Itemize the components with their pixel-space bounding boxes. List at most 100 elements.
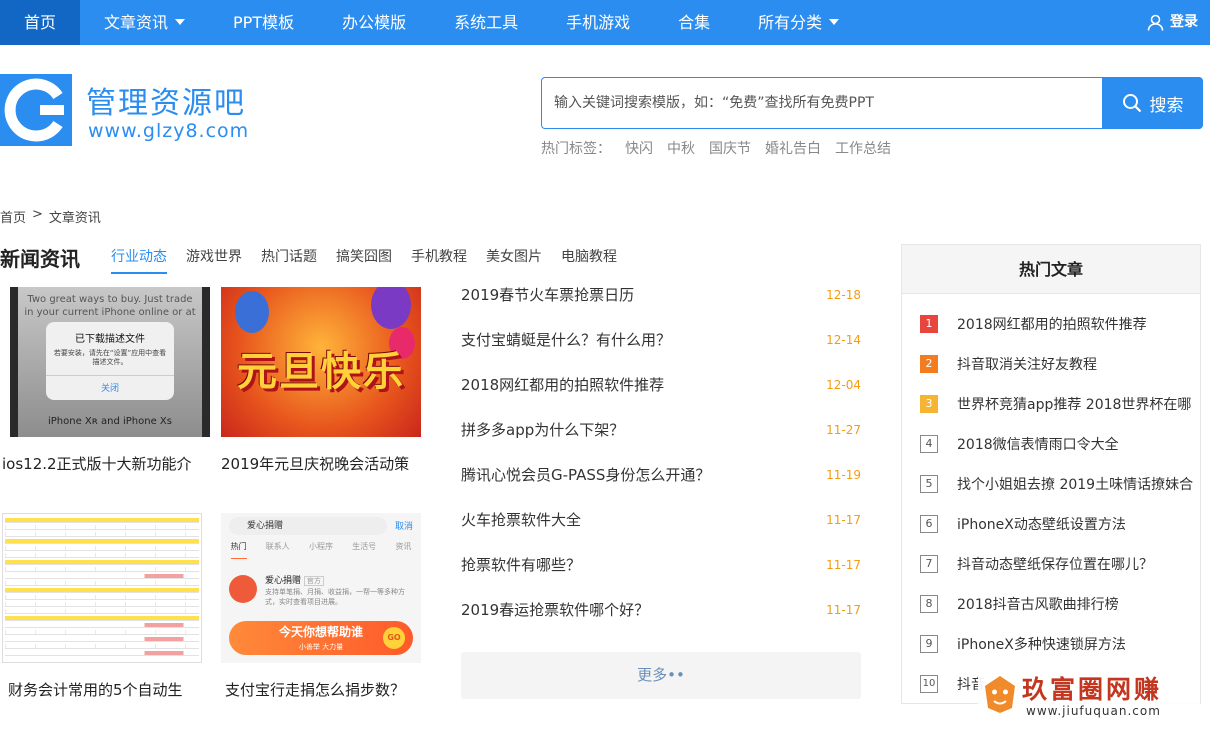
news-card[interactable]: Two great ways to buy. Just trade in you… [2, 287, 222, 474]
sheet-row [5, 588, 199, 593]
article-list: 2019春节火车票抢票日历 12-18 支付宝蜻蜓是什么？有什么用？ 12-14 2… [461, 272, 861, 632]
breadcrumb-separator: > [32, 207, 43, 222]
hot-article-item[interactable]: 5 找个小姐姐去撩 2019土味情话撩妹合 [902, 464, 1200, 504]
tab-industry[interactable]: 行业动态 [111, 246, 167, 274]
phone-model: iPhone Xʀ and iPhone Xs [48, 416, 172, 427]
caret-down-icon [829, 19, 840, 25]
hot-article-item[interactable]: 4 2018微信表情雨口令大全 [902, 424, 1200, 464]
news-tabs: 行业动态 游戏世界 热门话题 搞笑囧图 手机教程 美女图片 电脑教程 [111, 246, 617, 274]
watermark-url: www.jiufuquan.com [1026, 704, 1161, 718]
hot-article-item[interactable]: 8 2018抖音古风歌曲排行榜 [902, 584, 1200, 624]
card-caption: 支付宝行走捐怎么捐步数？ [225, 681, 406, 699]
nav-label: 合集 [678, 13, 711, 32]
search-icon [1122, 94, 1141, 113]
sheet-row [5, 651, 199, 656]
dialog-title: 已下载描述文件 [75, 334, 145, 345]
article-title: 腾讯心悦会员G-PASS身份怎么开通？ [461, 466, 711, 484]
tab-mobile-tutorials[interactable]: 手机教程 [411, 246, 467, 274]
login-button[interactable]: 登录 [1135, 0, 1210, 45]
hot-article-title: iPhoneX多种快速锁屏方法 [957, 637, 1126, 653]
logo-text: 管理资源吧 [86, 86, 246, 121]
news-card[interactable]: 财务会计常用的5个自动生 [2, 513, 222, 700]
thumb-badge: 官方 [303, 576, 324, 586]
tab-games[interactable]: 游戏世界 [186, 246, 242, 274]
hot-article-item[interactable]: 6 iPhoneX动态壁纸设置方法 [902, 504, 1200, 544]
article-title: 2019春运抢票软件哪个好？ [461, 601, 650, 619]
breadcrumb-current[interactable]: 文章资讯 [49, 207, 101, 226]
hot-tag[interactable]: 快闪 [625, 138, 653, 158]
hot-article-title: 2018微信表情雨口令大全 [957, 437, 1119, 453]
thumb-tab: 热门 [230, 541, 247, 559]
hot-articles-panel: 热门文章 1 2018网红都用的拍照软件推荐 2 抖音取消关注好友教程 3 世界杯竞猜… [901, 244, 1201, 704]
news-card[interactable]: 爱心捐赠 取消 热门 联系人 小程序 生活号 资讯 爱心捐赠 官方 支持单笔捐、… [221, 513, 441, 700]
more-button[interactable]: 更多•• [461, 652, 861, 699]
dialog-button: 关闭 [46, 375, 174, 394]
hot-article-item[interactable]: 9 iPhoneX多种快速锁屏方法 [902, 624, 1200, 664]
card-caption: 2019年元旦庆祝晚会活动策 [221, 455, 410, 473]
hot-article-title: 2018网红都用的拍照软件推荐 [957, 317, 1147, 333]
thumb-name: 爱心捐赠 官方 [265, 573, 324, 586]
search-bar: 搜索 [541, 77, 1203, 129]
hot-article-item[interactable]: 7 抖音动态壁纸保存位置在哪儿？ [902, 544, 1200, 584]
nav-item-ppt[interactable]: PPT模板 [209, 0, 318, 45]
article-row[interactable]: 支付宝蜻蜓是什么？有什么用？ 12-14 [461, 317, 861, 362]
phone-tagline: Two great ways to buy. Just trade in you… [24, 294, 196, 318]
article-row[interactable]: 2019春运抢票软件哪个好？ 11-17 [461, 587, 861, 632]
nav-item-all-categories[interactable]: 所有分类 [734, 0, 863, 45]
sheet-row [5, 581, 199, 586]
breadcrumb-home-link[interactable]: 首页 [0, 207, 26, 226]
nav-label: 所有分类 [758, 13, 823, 32]
hot-article-item[interactable]: 1 2018网红都用的拍照软件推荐 [902, 304, 1200, 344]
news-card[interactable]: 元旦快乐 2019年元旦庆祝晚会活动策 [221, 287, 441, 474]
balloon-shape [235, 291, 269, 333]
search-button[interactable]: 搜索 [1102, 77, 1203, 129]
nav-item-office[interactable]: 办公模版 [318, 0, 430, 45]
more-label: 更多•• [637, 666, 685, 684]
site-logo[interactable]: 管理资源吧 www.glzy8.com [0, 74, 260, 149]
sheet-row [5, 525, 199, 530]
search-input[interactable] [541, 77, 1102, 129]
hot-tags: 热门标签： 快闪 中秋 国庆节 婚礼告白 工作总结 [541, 138, 891, 158]
tab-pc-tutorials[interactable]: 电脑教程 [561, 246, 617, 274]
caret-down-icon [175, 19, 186, 25]
thumb-tab: 联系人 [265, 542, 290, 551]
sheet-row [5, 623, 199, 628]
search-button-label: 搜索 [1149, 95, 1184, 116]
hot-tag[interactable]: 工作总结 [835, 138, 891, 158]
news-section-title: 新闻资讯 [0, 247, 80, 271]
sheet-row [5, 595, 199, 600]
thumb-tab: 资讯 [395, 542, 412, 551]
hot-tag[interactable]: 中秋 [667, 138, 695, 158]
sheet-row [5, 609, 199, 614]
hot-article-item[interactable]: 2 抖音取消关注好友教程 [902, 344, 1200, 384]
nav-item-home[interactable]: 首页 [0, 0, 81, 45]
logo-mark-icon [0, 74, 72, 146]
hot-article-title: 抖音取消关注好友教程 [957, 357, 1097, 373]
article-row[interactable]: 腾讯心悦会员G-PASS身份怎么开通？ 11-19 [461, 452, 861, 497]
article-row[interactable]: 2018网红都用的拍照软件推荐 12-04 [461, 362, 861, 407]
nav-item-articles[interactable]: 文章资讯 [80, 0, 209, 45]
rank-badge: 7 [920, 555, 938, 573]
watermark: 玖富圈网赚 www.jiufuquan.com [978, 668, 1200, 722]
article-row[interactable]: 拼多多app为什么下架？ 11-27 [461, 407, 861, 452]
nav-item-games[interactable]: 手机游戏 [542, 0, 654, 45]
tiger-logo-icon [985, 676, 1015, 713]
article-row[interactable]: 火车抢票软件大全 11-17 [461, 497, 861, 542]
nav-label: 文章资讯 [104, 13, 169, 32]
article-date: 11-17 [826, 557, 861, 572]
card-caption: ios12.2正式版十大新功能介 [2, 455, 192, 473]
thumb-tabs: 热门 联系人 小程序 生活号 资讯 [221, 541, 421, 559]
card-thumbnail [2, 513, 202, 663]
hot-article-item[interactable]: 3 世界杯竞猜app推荐 2018世界杯在哪 [902, 384, 1200, 424]
hot-tag[interactable]: 国庆节 [709, 138, 751, 158]
thumb-name-text: 爱心捐赠 [265, 576, 302, 586]
tab-funny[interactable]: 搞笑囧图 [336, 246, 392, 274]
tab-hot-topics[interactable]: 热门话题 [261, 246, 317, 274]
nav-item-tools[interactable]: 系统工具 [430, 0, 542, 45]
nav-label: 办公模版 [342, 13, 407, 32]
hot-tag[interactable]: 婚礼告白 [765, 138, 821, 158]
tab-beauty-pictures[interactable]: 美女图片 [486, 246, 542, 274]
article-row[interactable]: 2019春节火车票抢票日历 12-18 [461, 272, 861, 317]
nav-item-collection[interactable]: 合集 [654, 0, 734, 45]
article-row[interactable]: 抢票软件有哪些？ 11-17 [461, 542, 861, 587]
